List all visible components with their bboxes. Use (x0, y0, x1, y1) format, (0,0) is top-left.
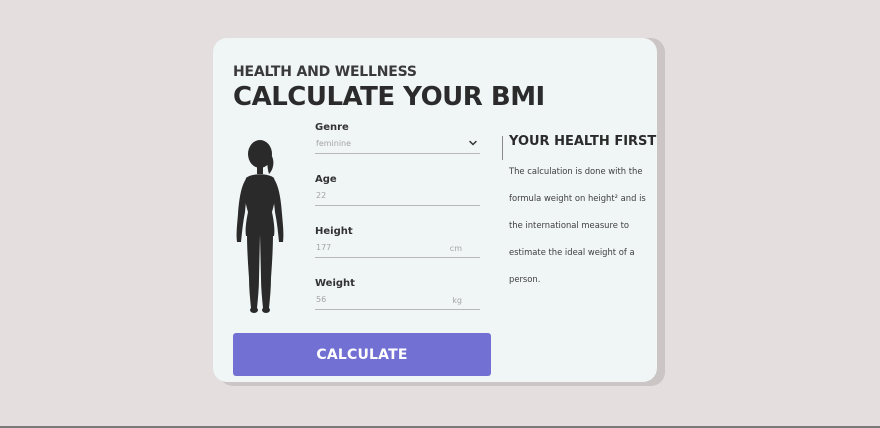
info-divider (502, 136, 503, 160)
height-value: 177 (316, 243, 332, 252)
weight-input[interactable]: 56 kg (315, 293, 480, 310)
height-unit: cm (449, 244, 462, 253)
page-title: CALCULATE YOUR BMI (233, 82, 545, 112)
calculate-button[interactable]: CALCULATE (233, 333, 491, 376)
height-field: Height 177 cm (315, 226, 480, 278)
genre-label: Genre (315, 122, 349, 133)
age-field: Age 22 (315, 174, 480, 226)
age-input[interactable]: 22 (315, 189, 480, 206)
weight-label: Weight (315, 278, 355, 289)
genre-field: Genre feminine (315, 122, 480, 174)
bmi-form: Genre feminine Age 22 Height 177 cm Weig… (315, 122, 480, 330)
info-title: YOUR HEALTH FIRST (509, 134, 657, 149)
bmi-card: HEALTH AND WELLNESS CALCULATE YOUR BMI G… (213, 38, 657, 382)
info-text: The calculation is done with the formula… (509, 166, 646, 284)
age-value: 22 (316, 191, 327, 200)
height-input[interactable]: 177 cm (315, 241, 480, 258)
chevron-down-icon (469, 140, 477, 146)
eyebrow-heading: HEALTH AND WELLNESS (233, 64, 417, 80)
weight-unit: kg (452, 296, 462, 305)
height-label: Height (315, 226, 353, 237)
genre-select[interactable]: feminine (315, 137, 480, 154)
age-label: Age (315, 174, 337, 185)
weight-value: 56 (316, 295, 327, 304)
weight-field: Weight 56 kg (315, 278, 480, 330)
female-silhouette-icon (236, 140, 284, 313)
genre-value: feminine (316, 139, 352, 148)
